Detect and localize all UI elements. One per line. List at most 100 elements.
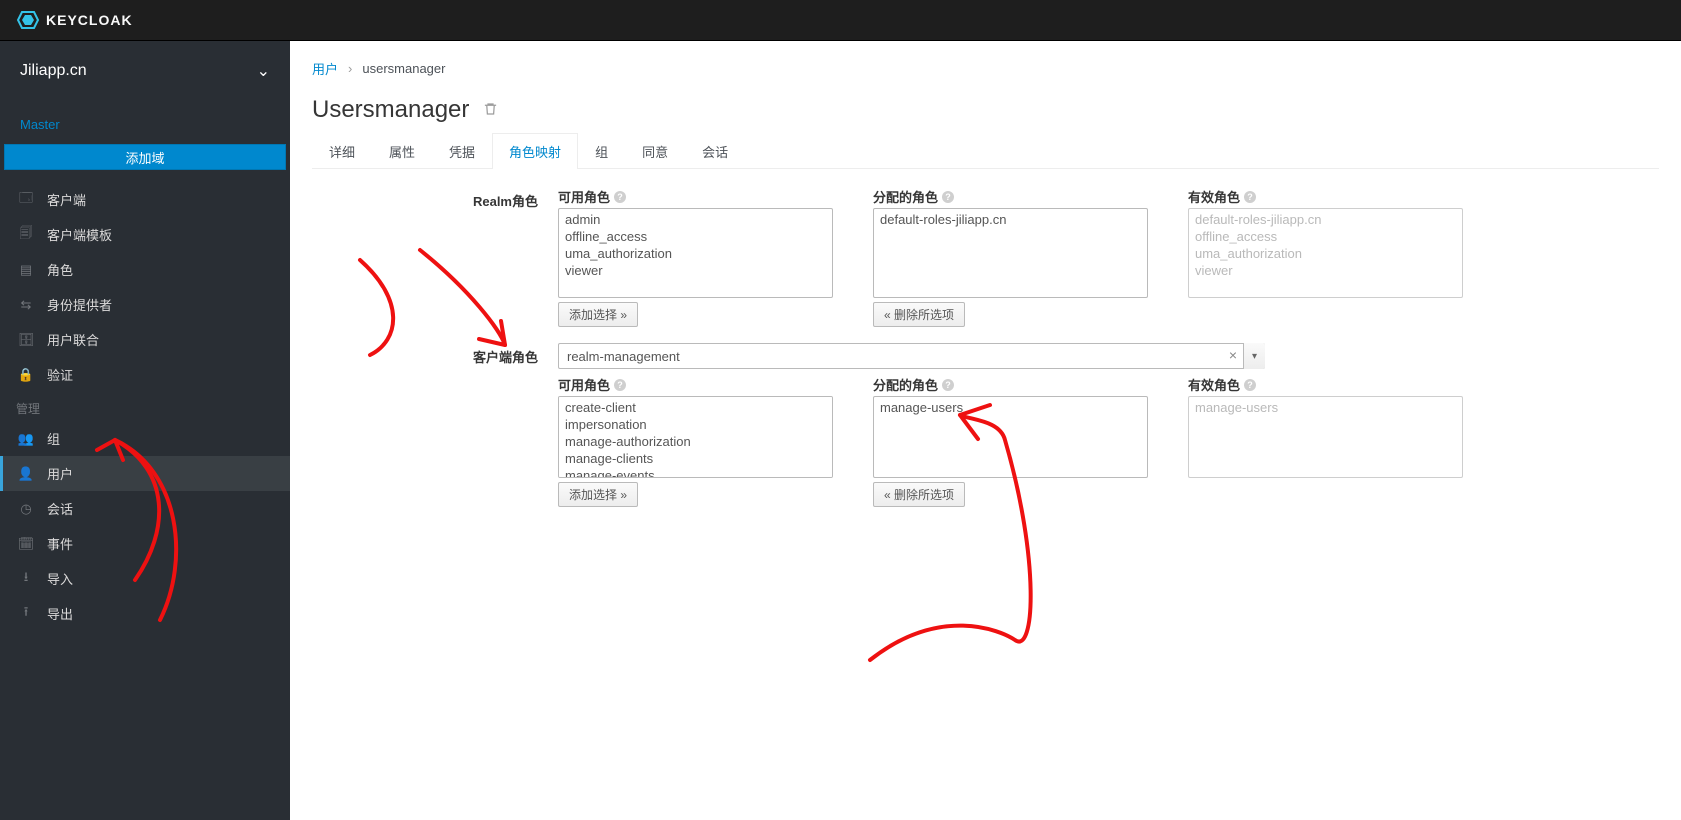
tab-groups[interactable]: 组 <box>578 133 625 169</box>
sidebar-item-label: 用户 <box>47 464 73 483</box>
sidebar-item-clients[interactable]: 🗔 客户端 <box>0 182 290 217</box>
sidebar-item-label: 客户端 <box>47 190 86 209</box>
sidebar-item-label: 验证 <box>47 365 73 384</box>
realm-effective-roles-list: default-roles-jiliapp.cnoffline_accessum… <box>1188 208 1463 298</box>
role-option[interactable]: offline_access <box>561 228 830 245</box>
breadcrumb-current: usersmanager <box>362 61 445 76</box>
client-assigned-roles-label: 分配的角色 <box>873 375 938 394</box>
tab-attributes[interactable]: 属性 <box>372 133 432 169</box>
groups-icon: 👥 <box>19 432 33 446</box>
role-option[interactable]: manage-users <box>876 399 1145 416</box>
add-selected-realm-button[interactable]: 添加选择 » <box>558 302 638 327</box>
sidebar-item-label: 会话 <box>47 499 73 518</box>
sidebar: Jiliapp.cn ⌄ Master 添加域 🗔 客户端 🗐 客户端模板 ▤ … <box>0 41 290 820</box>
tab-sessions[interactable]: 会话 <box>685 133 745 169</box>
sidebar-item-export[interactable]: ⭱ 导出 <box>0 596 290 631</box>
page-title: Usersmanager <box>312 96 469 124</box>
help-icon[interactable]: ? <box>1244 191 1256 203</box>
help-icon[interactable]: ? <box>942 191 954 203</box>
role-option[interactable]: offline_access <box>1191 228 1460 245</box>
keycloak-icon <box>16 8 40 32</box>
realm-current: Jiliapp.cn <box>20 62 87 80</box>
sidebar-item-label: 组 <box>47 429 60 448</box>
realm-roles-row: Realm角色 可用角色? adminoffline_accessuma_aut… <box>312 187 1659 327</box>
user-icon: 👤 <box>19 467 33 481</box>
sidebar-item-label: 客户端模板 <box>47 225 112 244</box>
chevron-down-icon[interactable]: ▾ <box>1243 343 1265 369</box>
sidebar-item-roles[interactable]: ▤ 角色 <box>0 252 290 287</box>
role-option[interactable]: viewer <box>561 262 830 279</box>
export-icon: ⭱ <box>19 607 33 621</box>
import-icon: ⭳ <box>19 572 33 586</box>
help-icon[interactable]: ? <box>1244 379 1256 391</box>
sidebar-item-user-federation[interactable]: 🗄 用户联合 <box>0 322 290 357</box>
realm-picker[interactable]: Jiliapp.cn ⌄ <box>0 41 290 101</box>
sidebar-item-label: 导出 <box>47 604 73 623</box>
delete-user-icon[interactable] <box>483 101 498 120</box>
database-icon: 🗄 <box>19 333 33 347</box>
available-roles-label: 可用角色 <box>558 187 610 206</box>
help-icon[interactable]: ? <box>614 191 626 203</box>
role-option[interactable]: uma_authorization <box>561 245 830 262</box>
sidebar-item-events[interactable]: 🗓 事件 <box>0 526 290 561</box>
realm-available-roles-list[interactable]: adminoffline_accessuma_authorizationview… <box>558 208 833 298</box>
app-header: KEYCLOAK <box>0 0 1681 41</box>
role-option[interactable]: manage-users <box>1191 399 1460 416</box>
brand-logo[interactable]: KEYCLOAK <box>16 8 133 32</box>
breadcrumb-separator: › <box>348 61 352 76</box>
sidebar-item-identity-providers[interactable]: ⇆ 身份提供者 <box>0 287 290 322</box>
tab-role-mappings[interactable]: 角色映射 <box>492 133 578 169</box>
client-available-roles-label: 可用角色 <box>558 375 610 394</box>
sidebar-item-label: 身份提供者 <box>47 295 112 314</box>
brand-text: KEYCLOAK <box>46 12 133 28</box>
effective-roles-label: 有效角色 <box>1188 187 1240 206</box>
role-option[interactable]: manage-authorization <box>561 433 830 450</box>
client-select-input[interactable] <box>558 343 1265 369</box>
breadcrumb-users-link[interactable]: 用户 <box>312 59 338 78</box>
tab-credentials[interactable]: 凭据 <box>432 133 492 169</box>
role-option[interactable]: impersonation <box>561 416 830 433</box>
main-content: 用户 › usersmanager Usersmanager 详细 属性 凭据 … <box>290 41 1681 820</box>
lock-icon: 🔒 <box>19 368 33 382</box>
remove-selected-client-button[interactable]: « 删除所选项 <box>873 482 965 507</box>
client-roles-row: 客户端角色 × ▾ 可用角色? create-clientimpersonati… <box>312 343 1659 507</box>
sidebar-item-label: 导入 <box>47 569 73 588</box>
role-option[interactable]: viewer <box>1191 262 1460 279</box>
sidebar-item-authentication[interactable]: 🔒 验证 <box>0 357 290 392</box>
sidebar-item-label: 事件 <box>47 534 73 553</box>
sidebar-item-sessions[interactable]: ◷ 会话 <box>0 491 290 526</box>
remove-selected-realm-button[interactable]: « 删除所选项 <box>873 302 965 327</box>
client-effective-roles-label: 有效角色 <box>1188 375 1240 394</box>
role-option[interactable]: uma_authorization <box>1191 245 1460 262</box>
role-option[interactable]: admin <box>561 211 830 228</box>
role-option[interactable]: default-roles-jiliapp.cn <box>1191 211 1460 228</box>
client-effective-roles-list: manage-users <box>1188 396 1463 478</box>
nav-section-manage: 管理 <box>0 392 290 421</box>
client-available-roles-list[interactable]: create-clientimpersonationmanage-authori… <box>558 396 833 478</box>
role-option[interactable]: default-roles-jiliapp.cn <box>876 211 1145 228</box>
tab-consents[interactable]: 同意 <box>625 133 685 169</box>
client-assigned-roles-list[interactable]: manage-users <box>873 396 1148 478</box>
client-roles-label: 客户端角色 <box>312 343 558 366</box>
breadcrumb: 用户 › usersmanager <box>312 59 1659 78</box>
add-realm-button[interactable]: 添加域 <box>4 144 286 170</box>
role-option[interactable]: manage-events <box>561 467 830 478</box>
client-select-clear-icon[interactable]: × <box>1229 347 1237 363</box>
help-icon[interactable]: ? <box>614 379 626 391</box>
role-option[interactable]: create-client <box>561 399 830 416</box>
help-icon[interactable]: ? <box>942 379 954 391</box>
sidebar-item-groups[interactable]: 👥 组 <box>0 421 290 456</box>
role-option[interactable]: manage-clients <box>561 450 830 467</box>
sidebar-item-users[interactable]: 👤 用户 <box>0 456 290 491</box>
template-icon: 🗐 <box>19 228 33 242</box>
add-selected-client-button[interactable]: 添加选择 » <box>558 482 638 507</box>
tabs: 详细 属性 凭据 角色映射 组 同意 会话 <box>312 132 1659 169</box>
sidebar-item-import[interactable]: ⭳ 导入 <box>0 561 290 596</box>
calendar-icon: 🗓 <box>19 537 33 551</box>
roles-icon: ▤ <box>19 263 33 277</box>
tab-details[interactable]: 详细 <box>312 133 372 169</box>
realm-roles-label: Realm角色 <box>312 187 558 210</box>
realm-master-link[interactable]: Master <box>0 101 290 140</box>
sidebar-item-client-templates[interactable]: 🗐 客户端模板 <box>0 217 290 252</box>
realm-assigned-roles-list[interactable]: default-roles-jiliapp.cn <box>873 208 1148 298</box>
